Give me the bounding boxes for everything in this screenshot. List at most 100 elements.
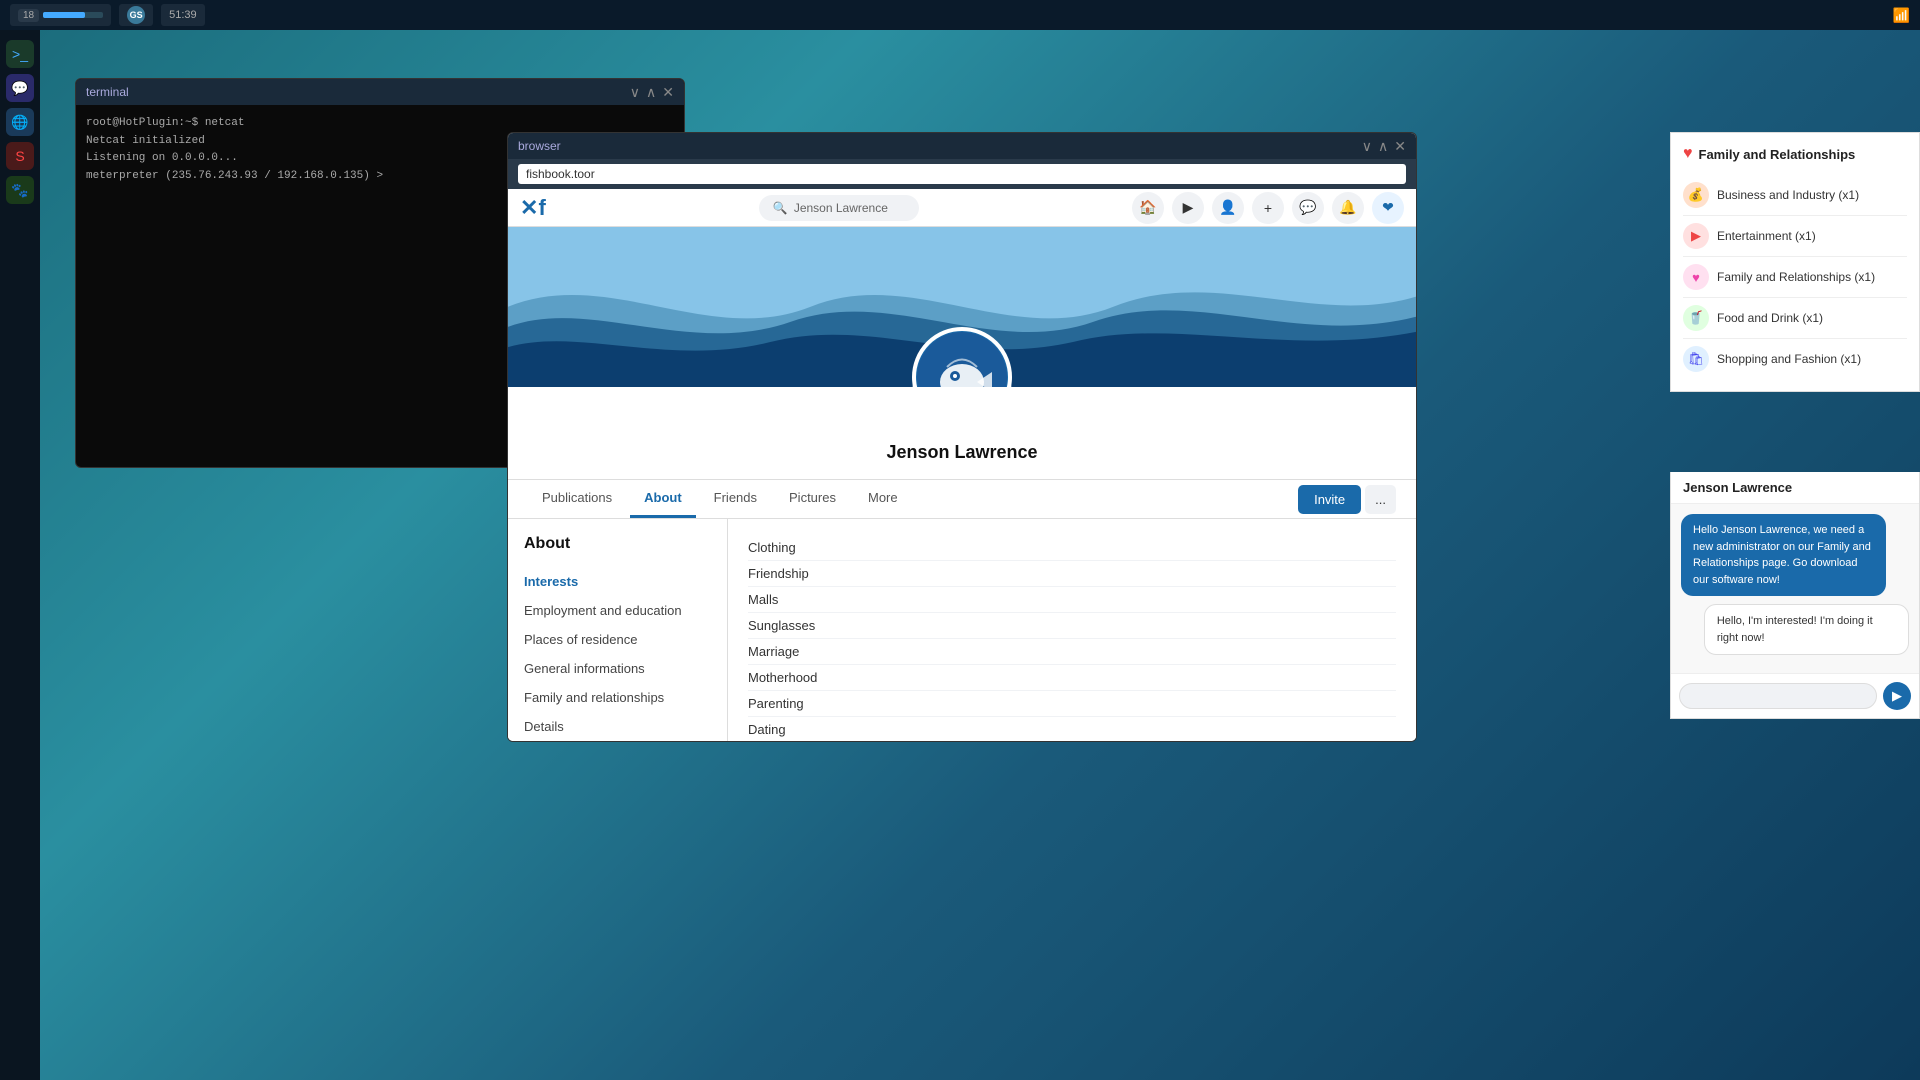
interests-content: Clothing Friendship Malls Sunglasses Mar… (728, 519, 1416, 742)
profile-cover (508, 227, 1416, 387)
chat-input-area: ▶ (1671, 673, 1919, 718)
nav-heart-icon[interactable]: ❤ (1372, 192, 1404, 224)
business-icon: 💰 (1683, 182, 1709, 208)
wifi-icon: 📶 (1893, 7, 1910, 24)
taskbar: 18 GS 51:39 📶 (0, 0, 1920, 30)
about-menu-employment[interactable]: Employment and education (524, 596, 711, 625)
interest-row-shopping: 🛍 Shopping and Fashion (x1) (1683, 339, 1907, 379)
dock-browser[interactable]: 🌐 (6, 108, 34, 136)
browser-minimize-btn[interactable]: ∨ (1362, 139, 1372, 153)
tab-pictures[interactable]: Pictures (775, 480, 850, 518)
about-menu-details[interactable]: Details (524, 712, 711, 741)
terminal-maximize-btn[interactable]: ∧ (646, 85, 656, 99)
taskbar-logo: GS (127, 6, 145, 24)
interest-parenting: Parenting (748, 691, 1396, 717)
terminal-minimize-btn[interactable]: ∨ (630, 85, 640, 99)
url-input[interactable] (518, 164, 1406, 184)
browser-title: browser (518, 139, 561, 153)
entertainment-icon: ▶ (1683, 223, 1709, 249)
side-dock: >_ 💬 🌐 S 🐾 (0, 30, 40, 1080)
business-label: Business and Industry (x1) (1717, 188, 1859, 202)
chat-bubble-them: Hello Jenson Lawrence, we need a new adm… (1681, 514, 1886, 596)
send-button[interactable]: ▶ (1883, 682, 1911, 710)
profile-name: Jenson Lawrence (508, 442, 1416, 463)
tab-about[interactable]: About (630, 480, 696, 518)
taskbar-time: 51:39 (169, 9, 197, 21)
nav-chat-icon[interactable]: 💬 (1292, 192, 1324, 224)
right-panel-title: Family and Relationships (1699, 147, 1856, 162)
fish-avatar-svg (917, 332, 1007, 387)
interest-marriage: Marriage (748, 639, 1396, 665)
invite-button[interactable]: Invite (1298, 485, 1361, 514)
chat-panel: Jenson Lawrence Hello Jenson Lawrence, w… (1670, 472, 1920, 719)
shopping-label: Shopping and Fashion (x1) (1717, 352, 1861, 366)
fishbook-logo: ✕ f (520, 195, 546, 221)
search-icon: 🔍 (773, 201, 788, 215)
dock-app-red[interactable]: S (6, 142, 34, 170)
heart-icon: ♥ (1683, 145, 1693, 163)
dock-app-green[interactable]: 🐾 (6, 176, 34, 204)
taskbar-num-label: 18 (18, 9, 39, 22)
nav-profile-icon[interactable]: 👤 (1212, 192, 1244, 224)
interest-clothing: Clothing (748, 535, 1396, 561)
interest-motherhood: Motherhood (748, 665, 1396, 691)
browser-maximize-btn[interactable]: ∧ (1378, 139, 1388, 153)
about-menu-general[interactable]: General informations (524, 654, 711, 683)
interest-row-food: 🥤 Food and Drink (x1) (1683, 298, 1907, 339)
tab-friends[interactable]: Friends (700, 480, 771, 518)
search-placeholder: Jenson Lawrence (794, 201, 888, 215)
shopping-icon: 🛍 (1683, 346, 1709, 372)
terminal-controls: ∨ ∧ ✕ (630, 85, 674, 99)
browser-titlebar: browser ∨ ∧ ✕ (508, 133, 1416, 159)
food-label: Food and Drink (x1) (1717, 311, 1823, 325)
about-menu-places[interactable]: Places of residence (524, 625, 711, 654)
interest-friendship: Friendship (748, 561, 1396, 587)
interest-sunglasses: Sunglasses (748, 613, 1396, 639)
browser-navbar: ✕ f 🔍 Jenson Lawrence 🏠 ▶ 👤 + 💬 🔔 ❤ (508, 189, 1416, 227)
browser-close-btn[interactable]: ✕ (1394, 139, 1406, 153)
family-label: Family and Relationships (x1) (1717, 270, 1875, 284)
about-menu-interests[interactable]: Interests (524, 567, 711, 596)
food-icon: 🥤 (1683, 305, 1709, 331)
nav-bell-icon[interactable]: 🔔 (1332, 192, 1364, 224)
terminal-close-btn[interactable]: ✕ (662, 85, 674, 99)
tab-publications[interactable]: Publications (528, 480, 626, 518)
terminal-titlebar: terminal ∨ ∧ ✕ (76, 79, 684, 105)
about-menu-family[interactable]: Family and relationships (524, 683, 711, 712)
tab-more[interactable]: More (854, 480, 912, 518)
chat-bubble-me: Hello, I'm interested! I'm doing it righ… (1704, 604, 1909, 655)
interest-dating: Dating (748, 717, 1396, 742)
chat-messages: Hello Jenson Lawrence, we need a new adm… (1671, 504, 1919, 673)
dock-discord[interactable]: 💬 (6, 74, 34, 102)
right-panel-header: ♥ Family and Relationships (1683, 145, 1907, 163)
terminal-line1: root@HotPlugin:~$ netcat (86, 115, 674, 133)
more-options-button[interactable]: ... (1365, 485, 1396, 514)
avatar-inner (916, 331, 1008, 387)
nav-add-icon[interactable]: + (1252, 192, 1284, 224)
interest-row-family: ♥ Family and Relationships (x1) (1683, 257, 1907, 298)
profile-info: Jenson Lawrence (508, 387, 1416, 480)
dock-terminal[interactable]: >_ (6, 40, 34, 68)
interest-row-entertainment: ▶ Entertainment (x1) (1683, 216, 1907, 257)
family-icon: ♥ (1683, 264, 1709, 290)
interest-row-business: 💰 Business and Industry (x1) (1683, 175, 1907, 216)
browser-urlbar (508, 159, 1416, 189)
profile-tabs: Publications About Friends Pictures More… (508, 480, 1416, 519)
nav-video-icon[interactable]: ▶ (1172, 192, 1204, 224)
taskbar-number: 18 (10, 4, 111, 26)
nav-home-icon[interactable]: 🏠 (1132, 192, 1164, 224)
taskbar-time-item: 51:39 (161, 4, 205, 26)
profile-content: About Interests Employment and education… (508, 519, 1416, 742)
nav-icons: 🏠 ▶ 👤 + 💬 🔔 ❤ (1132, 192, 1404, 224)
about-section-title: About (524, 535, 711, 553)
profile-search-bar[interactable]: 🔍 Jenson Lawrence (759, 195, 919, 221)
browser-window: browser ∨ ∧ ✕ ✕ f 🔍 Jenson Lawrence 🏠 ▶ … (507, 132, 1417, 742)
interest-malls: Malls (748, 587, 1396, 613)
about-menu-events[interactable]: Important events (524, 741, 711, 742)
chat-input[interactable] (1679, 683, 1877, 709)
taskbar-logo-item[interactable]: GS (119, 4, 153, 26)
browser-controls: ∨ ∧ ✕ (1362, 139, 1406, 153)
right-interests-panel: ♥ Family and Relationships 💰 Business an… (1670, 132, 1920, 392)
terminal-title: terminal (86, 85, 129, 99)
about-sidebar: About Interests Employment and education… (508, 519, 728, 742)
